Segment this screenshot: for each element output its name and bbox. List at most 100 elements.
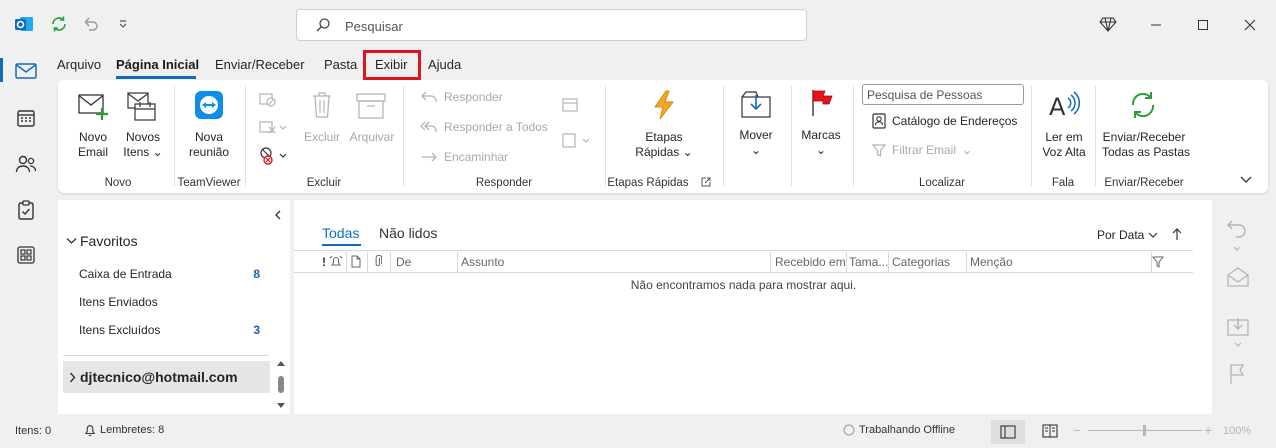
read-aloud-button[interactable]: Ler em Voz Alta	[1040, 130, 1088, 160]
column-importance[interactable]: !	[322, 255, 326, 269]
new-items-button[interactable]: Novos Itens ⌄	[122, 130, 164, 160]
tags-button[interactable]: Marcas ⌄	[798, 128, 844, 158]
new-items-label-2: Itens	[123, 145, 150, 159]
mark-read-icon[interactable]	[1226, 266, 1250, 288]
delete-icon	[310, 91, 334, 119]
search-box[interactable]: Pesquisar	[296, 9, 807, 41]
tab-enviar-receber[interactable]: Enviar/Receber	[215, 57, 305, 72]
reminder-bell-icon[interactable]	[329, 255, 343, 268]
search-input[interactable]: Pesquisar	[345, 19, 403, 34]
send-receive-all-button[interactable]: Enviar/Receber Todas as Pastas	[1102, 130, 1190, 160]
document-icon[interactable]	[351, 255, 361, 268]
column-mention[interactable]: Menção	[970, 255, 1013, 269]
address-book-button[interactable]: Catálogo de Endereços	[872, 113, 1017, 129]
minimize-button[interactable]	[1133, 10, 1179, 40]
people-icon[interactable]	[13, 151, 39, 177]
delete-button[interactable]: Excluir	[302, 130, 342, 145]
separator	[853, 86, 854, 186]
move-button[interactable]: Mover ⌄	[734, 128, 778, 158]
archive-button[interactable]: Arquivar	[348, 130, 396, 145]
zoom-out-button[interactable]: −	[1073, 422, 1081, 438]
quick-steps-label-2: Rápidas	[635, 145, 680, 159]
meeting-reply-icon[interactable]	[561, 96, 579, 114]
separator	[1095, 86, 1096, 186]
mail-icon[interactable]	[13, 58, 39, 84]
tab-ajuda[interactable]: Ajuda	[428, 57, 461, 72]
chevron-down-icon: ⌄	[962, 143, 973, 157]
forward-button[interactable]: Encaminhar	[420, 150, 508, 164]
premium-diamond-icon[interactable]	[1096, 12, 1120, 36]
folder-item-label: Itens Enviados	[79, 295, 158, 309]
flag-icon[interactable]	[1228, 362, 1248, 386]
forward-label: Encaminhar	[444, 150, 509, 164]
more-respond-icon[interactable]	[561, 132, 591, 150]
filter-unread-tab[interactable]: Não lidos	[379, 225, 437, 241]
separator	[791, 86, 792, 186]
normal-view-button[interactable]	[991, 420, 1025, 444]
app-navigation-rail	[0, 50, 50, 414]
favorites-header[interactable]: Favoritos	[66, 233, 138, 249]
teamviewer-icon	[194, 90, 224, 120]
tab-pagina-inicial[interactable]: Página Inicial	[116, 57, 199, 72]
tasks-icon[interactable]	[13, 197, 39, 223]
reading-view-icon[interactable]	[1042, 424, 1058, 438]
column-subject[interactable]: Assunto	[461, 255, 504, 269]
reply-button[interactable]: Responder	[420, 90, 503, 104]
move-label: Mover	[739, 128, 773, 142]
new-email-button[interactable]: Novo Email	[76, 130, 110, 160]
ignore-icon[interactable]	[258, 90, 276, 108]
new-email-label-1: Novo	[78, 130, 107, 144]
column-received[interactable]: Recebido em	[775, 255, 846, 269]
filter-email-button[interactable]: Filtrar Email ⌄	[872, 143, 972, 157]
group-label-localizar: Localizar	[918, 177, 966, 189]
collapse-pane-icon[interactable]	[274, 209, 282, 221]
zoom-in-button[interactable]: +	[1204, 422, 1212, 438]
active-indicator	[0, 58, 3, 82]
calendar-icon[interactable]	[13, 105, 39, 131]
reply-all-button[interactable]: Responder a Todos	[420, 120, 548, 134]
group-label-etapas: Etapas Rápidas	[607, 177, 689, 189]
sync-icon[interactable]	[47, 12, 71, 36]
ribbon-tabs: Arquivo Página Inicial Enviar/Receber Pa…	[50, 50, 1276, 80]
ribbon-collapse-icon[interactable]	[1240, 174, 1252, 184]
account-folder[interactable]: djtecnico@hotmail.com	[63, 361, 270, 393]
unread-count: 8	[253, 267, 260, 281]
quick-steps-button[interactable]: Etapas Rápidas ⌄	[632, 130, 696, 160]
sort-direction-icon[interactable]	[1172, 227, 1182, 241]
close-button[interactable]	[1227, 10, 1273, 40]
reminders-button[interactable]: Lembretes: 8	[84, 423, 164, 437]
favorites-label: Favoritos	[80, 233, 138, 249]
highlight-box	[363, 50, 421, 80]
zoom-slider-thumb[interactable]	[1143, 425, 1146, 436]
sort-by-date-button[interactable]: Por Data	[1097, 228, 1158, 242]
filter-all-tab[interactable]: Todas	[322, 225, 359, 241]
column-size[interactable]: Tama...	[849, 255, 888, 269]
reply-all-label: Responder a Todos	[444, 120, 548, 134]
read-aloud-label-1: Ler em	[1045, 130, 1083, 144]
undo-action-icon[interactable]	[1226, 217, 1248, 251]
new-meeting-button[interactable]: Nova reunião	[186, 130, 232, 160]
apps-icon[interactable]	[13, 242, 39, 268]
column-categories[interactable]: Categorias	[892, 255, 950, 269]
folder-scrollbar[interactable]	[274, 358, 288, 414]
tab-arquivo[interactable]: Arquivo	[57, 57, 101, 72]
filter-email-label: Filtrar Email	[892, 143, 957, 157]
reminders-label: Lembretes: 8	[100, 424, 165, 436]
column-divider	[346, 252, 347, 272]
undo-icon[interactable]	[79, 12, 103, 36]
new-email-label-2: Email	[77, 145, 108, 159]
people-search-input[interactable]: Pesquisa de Pessoas	[862, 84, 1024, 105]
column-from[interactable]: De	[396, 255, 411, 269]
junk-icon[interactable]	[258, 146, 288, 166]
dialog-launcher-icon[interactable]	[701, 177, 711, 187]
attachment-icon[interactable]	[374, 255, 382, 268]
customize-toolbar-icon[interactable]	[111, 12, 135, 36]
cleanup-icon[interactable]	[258, 118, 288, 136]
title-bar: Pesquisar	[0, 0, 1276, 50]
offline-status[interactable]: Trabalhando Offline	[843, 424, 955, 436]
chevron-down-icon	[66, 237, 77, 245]
move-to-folder-icon[interactable]	[1226, 314, 1250, 348]
filter-icon[interactable]	[1152, 256, 1164, 268]
tab-pasta[interactable]: Pasta	[324, 57, 357, 72]
maximize-button[interactable]	[1180, 10, 1226, 40]
